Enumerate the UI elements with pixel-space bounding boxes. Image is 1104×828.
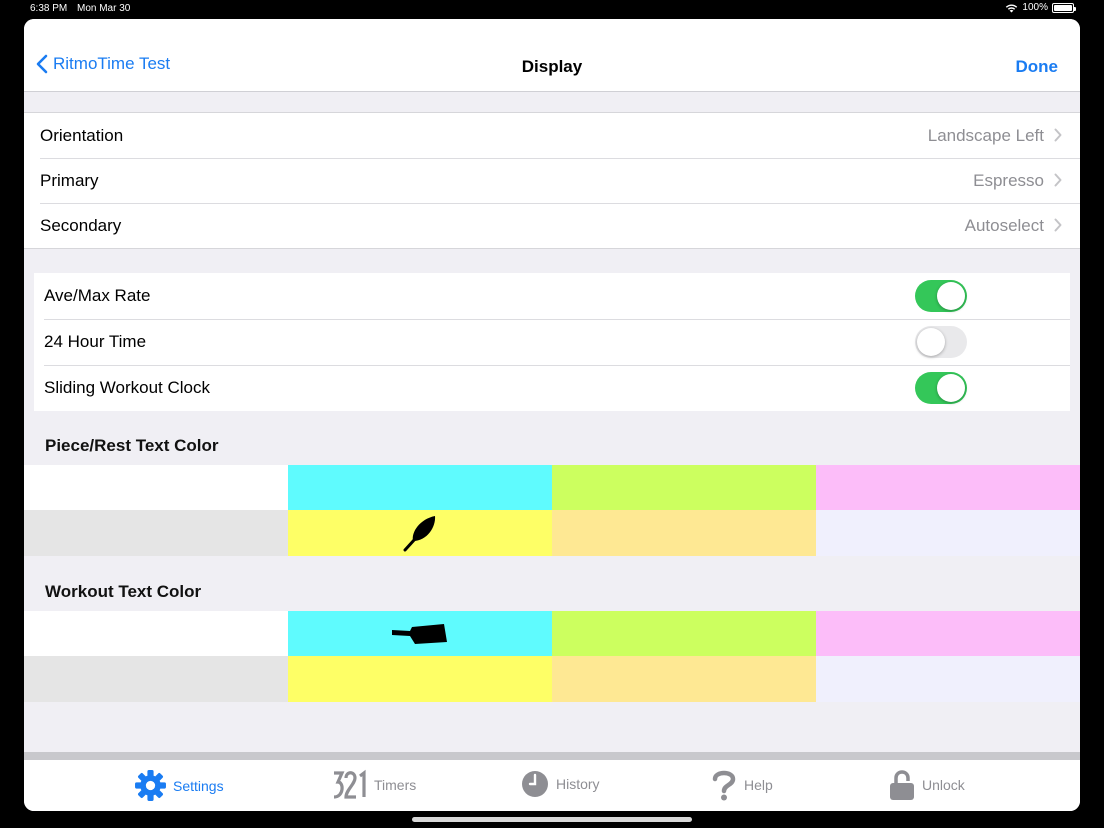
tab-label: Unlock [922, 777, 965, 793]
workout-color-header: Workout Text Color [45, 582, 202, 601]
row-label: Primary [40, 171, 99, 190]
color-swatch[interactable] [24, 510, 288, 556]
row-value: Espresso [973, 171, 1044, 190]
footer-divider [24, 752, 1080, 760]
tab-label: Help [744, 777, 773, 793]
color-swatch[interactable] [24, 465, 288, 510]
color-swatch[interactable] [24, 611, 288, 656]
home-indicator[interactable] [412, 817, 692, 822]
page-title: Display [521, 57, 583, 76]
row-label: Secondary [40, 216, 122, 235]
status-right: 100% [1005, 2, 1076, 13]
battery-icon [1052, 2, 1076, 13]
navigation-bar: RitmoTime Test Display Done [24, 19, 1080, 92]
color-swatch[interactable] [288, 656, 552, 702]
row-value: Autoselect [964, 216, 1044, 235]
toggle-row-24-hour-time: 24 Hour Time [34, 319, 1070, 365]
tab-settings[interactable]: Settings [134, 769, 224, 802]
color-swatch[interactable] [24, 656, 288, 702]
primary-row[interactable]: Primary Espresso [24, 158, 1080, 203]
toggle-row-ave-max-rate: Ave/Max Rate [34, 273, 1070, 319]
toggle-label: 24 Hour Time [44, 332, 147, 351]
row-value: Landscape Left [927, 126, 1044, 145]
tab-label: History [556, 776, 600, 792]
gear-icon [135, 770, 166, 801]
color-swatch[interactable] [552, 510, 816, 556]
color-swatch[interactable] [816, 510, 1080, 556]
status-date: Mon Mar 30 [77, 3, 131, 14]
color-swatch[interactable] [816, 656, 1080, 702]
ave-max-rate-switch[interactable] [915, 280, 967, 312]
display-options-list: Orientation Landscape Left Primary Espre… [24, 112, 1080, 249]
chevron-right-icon [1054, 173, 1062, 187]
color-swatch[interactable] [816, 611, 1080, 656]
clock-icon [522, 771, 548, 797]
tab-history[interactable]: History [520, 769, 600, 799]
tab-label: Settings [173, 777, 224, 794]
question-icon [712, 770, 736, 801]
status-time: 6:38 PM [30, 3, 68, 14]
24-hour-time-switch[interactable] [915, 326, 967, 358]
color-swatch[interactable] [552, 611, 816, 656]
toggle-row-sliding-workout-clock: Sliding Workout Clock [34, 365, 1070, 411]
row-label: Orientation [40, 126, 124, 145]
color-swatch[interactable] [288, 465, 552, 510]
color-swatch[interactable] [552, 656, 816, 702]
tab-unlock[interactable]: Unlock [888, 769, 965, 801]
sliding-workout-clock-switch[interactable] [915, 372, 967, 404]
done-button[interactable]: Done [1016, 57, 1059, 77]
piece-rest-color-header: Piece/Rest Text Color [45, 436, 219, 455]
tab-label: Timers [374, 777, 417, 793]
tab-help[interactable]: Help [710, 769, 773, 801]
battery-percent: 100% [1022, 2, 1048, 13]
chevron-right-icon [1054, 128, 1062, 142]
tab-timers[interactable]: Timers [332, 769, 416, 801]
secondary-row[interactable]: Secondary Autoselect [24, 203, 1080, 248]
wifi-icon [1006, 3, 1018, 12]
lock-icon [890, 770, 914, 800]
piece-rest-color-grid [24, 465, 1080, 556]
oar-blade-icon [392, 623, 447, 644]
chevron-right-icon [1054, 218, 1062, 232]
color-swatch[interactable] [552, 465, 816, 510]
workout-color-grid [24, 611, 1080, 702]
color-swatch[interactable] [816, 465, 1080, 510]
toggle-label: Ave/Max Rate [44, 286, 151, 305]
countdown-321-icon [333, 769, 366, 799]
toggle-label: Sliding Workout Clock [44, 378, 210, 397]
tab-bar: Settings Timers History Help Unlock [24, 760, 1080, 811]
color-swatch[interactable] [288, 510, 552, 556]
status-bar: 6:38 PM Mon Mar 30 100% [0, 0, 1104, 18]
display-settings-sheet: RitmoTime Test Display Done Orientation … [24, 19, 1080, 811]
color-swatch[interactable] [288, 611, 552, 656]
toggle-options-list: Ave/Max Rate 24 Hour Time Sliding Workou… [34, 273, 1070, 411]
orientation-row[interactable]: Orientation Landscape Left [24, 113, 1080, 158]
feather-icon [403, 516, 436, 552]
